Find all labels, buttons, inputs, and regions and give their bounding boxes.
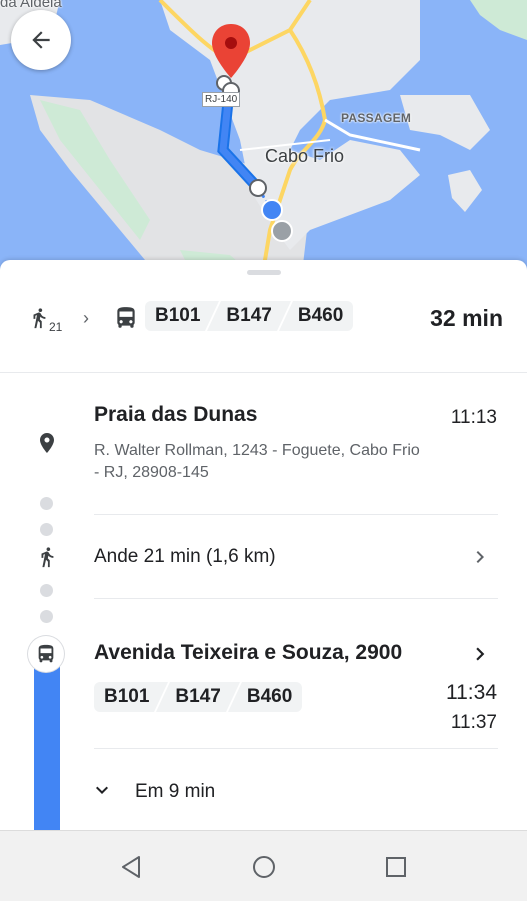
walk-dot — [40, 523, 53, 536]
map-label-cabo-frio: Cabo Frio — [265, 146, 345, 166]
location-pin-icon — [40, 433, 54, 453]
chip-separator — [206, 301, 220, 331]
directions-sheet[interactable]: 21 › B101 B147 B460 32 min Praia das Dun… — [0, 260, 527, 830]
expand-stops-text[interactable]: Em 9 min — [135, 781, 215, 803]
chip-separator — [278, 301, 292, 331]
map-canvas[interactable] — [0, 0, 527, 290]
trip-duration: 32 min — [430, 305, 503, 331]
recents-square-icon[interactable] — [385, 856, 407, 878]
back-arrow-icon — [32, 31, 50, 49]
map-road-shield: RJ-140 — [202, 92, 241, 107]
bus-line-chip: B460 — [246, 686, 293, 707]
bus-lines-summary: B101 B147 B460 — [145, 301, 354, 331]
bus-icon — [38, 644, 54, 663]
chevron-right-icon[interactable] — [468, 545, 492, 569]
bus-stop-node — [28, 636, 64, 672]
walk-minutes: 21 — [49, 320, 63, 334]
departure-time: 11:34 — [446, 681, 497, 704]
bus-route-line — [34, 660, 60, 830]
map-label-aldeia: da Aldeia — [0, 0, 62, 11]
walk-step-text[interactable]: Ande 21 min (1,6 km) — [94, 546, 276, 568]
chevron-right-icon: › — [83, 308, 89, 328]
system-nav-bar — [0, 830, 527, 901]
divider — [94, 598, 498, 599]
origin-name[interactable]: Praia das Dunas — [94, 403, 257, 427]
walk-dot — [40, 610, 53, 623]
back-triangle-icon[interactable] — [120, 855, 142, 879]
bus-stop-name[interactable]: Avenida Teixeira e Souza, 2900 — [94, 641, 402, 665]
map-label-passagem: PASSAGEM — [341, 111, 412, 125]
route-summary[interactable]: 21 › B101 B147 B460 32 min — [0, 290, 527, 373]
bus-icon — [117, 307, 135, 328]
home-circle-icon[interactable] — [252, 855, 276, 879]
back-button[interactable] — [11, 10, 71, 70]
walk-dot — [40, 584, 53, 597]
walk-icon — [33, 308, 46, 329]
chevron-right-icon[interactable] — [467, 641, 493, 667]
chevron-down-icon[interactable] — [90, 778, 114, 802]
chip-separator — [227, 682, 241, 712]
origin-address: R. Walter Rollman, 1243 - Foguete, Cabo … — [94, 442, 420, 481]
map-view[interactable]: da Aldeia PASSAGEM Cabo Frio RJ-140 — [0, 0, 527, 290]
chip-separator — [155, 682, 169, 712]
divider — [94, 748, 498, 749]
bus-line-chip: B147 — [175, 686, 221, 707]
bus-line-chip: B460 — [297, 305, 344, 326]
bus-line-chip: B147 — [226, 305, 272, 326]
bus-line-chip: B101 — [155, 305, 201, 326]
walk-dot — [40, 497, 53, 510]
divider — [94, 514, 498, 515]
walk-icon — [41, 547, 54, 568]
bus-line-chip: B101 — [104, 686, 150, 707]
next-departure-time: 11:37 — [450, 712, 497, 733]
origin-time: 11:13 — [450, 407, 497, 428]
bus-lines-stop: B101 B147 B460 — [94, 682, 303, 712]
drag-handle[interactable] — [247, 270, 281, 275]
